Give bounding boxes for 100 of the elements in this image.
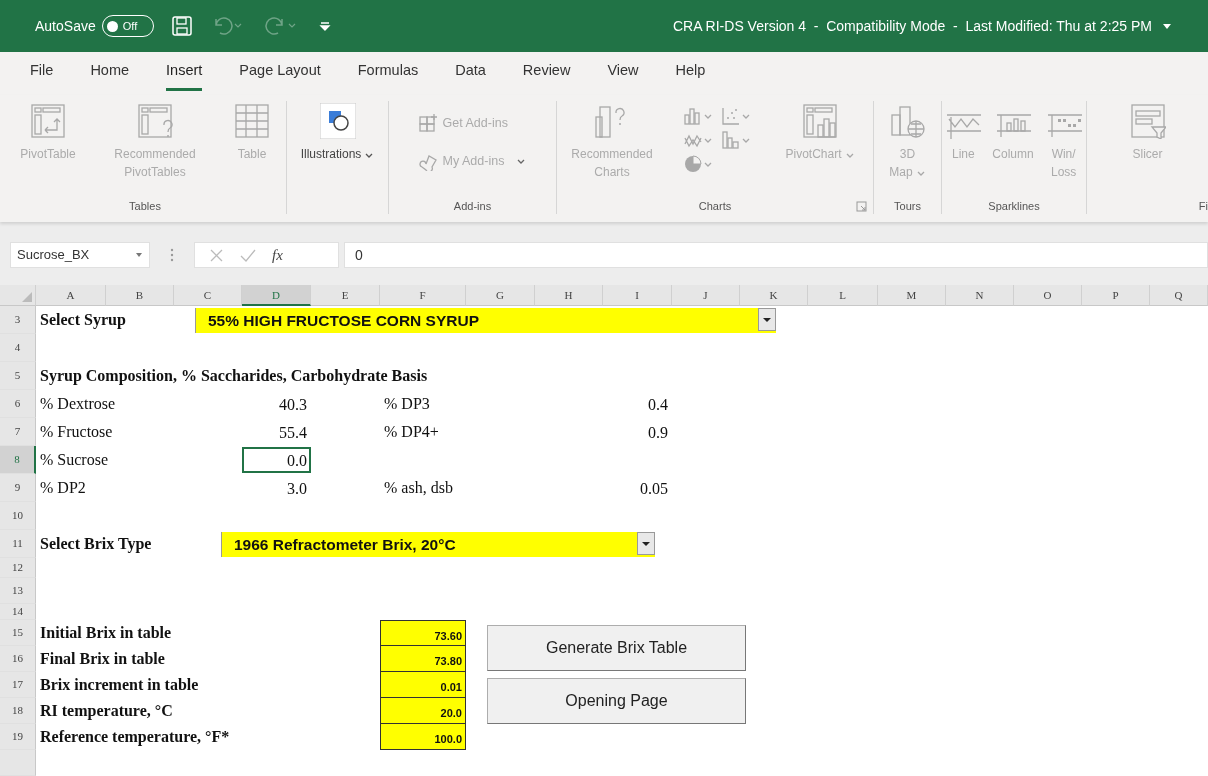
select-all-button[interactable]: [22, 292, 32, 302]
label-text: Select Syrup: [40, 310, 126, 331]
row-header[interactable]: 12: [0, 558, 36, 578]
column-header[interactable]: F: [380, 285, 466, 306]
ribbon-tab[interactable]: Formulas: [357, 56, 419, 91]
column-header[interactable]: E: [311, 285, 380, 306]
ribbon-tab[interactable]: View: [607, 56, 639, 91]
select-dropdown[interactable]: 1966 Refractometer Brix, 20°C: [221, 532, 655, 557]
label-text: Brix increment in table: [40, 675, 199, 695]
group-label: Sparklines: [988, 198, 1040, 214]
caret-icon: [741, 112, 751, 120]
pivot-table-question-icon: [137, 103, 173, 139]
label-text: % DP2: [40, 478, 86, 498]
caret-icon: [741, 136, 751, 144]
column-header[interactable]: C: [174, 285, 242, 306]
select-dropdown[interactable]: 55% HIGH FRUCTOSE CORN SYRUP: [195, 308, 776, 333]
ribbon-button[interactable]: Illustrations: [297, 101, 378, 165]
label-text: Select Brix Type: [40, 534, 152, 555]
row-header[interactable]: 10: [0, 502, 36, 530]
more-icon[interactable]: [170, 247, 174, 263]
input-cell[interactable]: 73.60: [380, 620, 466, 646]
column-header[interactable]: A: [36, 285, 106, 306]
column-header[interactable]: N: [946, 285, 1014, 306]
ribbon-tab[interactable]: File: [30, 56, 54, 91]
row-header[interactable]: 19: [0, 724, 36, 750]
column-header[interactable]: J: [672, 285, 740, 306]
column-header[interactable]: H: [535, 285, 603, 306]
save-icon[interactable]: [169, 14, 194, 38]
row-header[interactable]: 5: [0, 362, 36, 390]
row-header[interactable]: 13: [0, 578, 36, 604]
input-cell[interactable]: 73.80: [380, 646, 466, 672]
ribbon-tab[interactable]: Insert: [166, 56, 203, 91]
row-header[interactable]: 8: [0, 446, 36, 474]
column-header[interactable]: L: [808, 285, 878, 306]
input-cell[interactable]: 0.01: [380, 672, 466, 698]
row-header[interactable]: 14: [0, 604, 36, 620]
value-cell[interactable]: 55.4: [242, 419, 311, 445]
value-cell[interactable]: 0.9: [603, 419, 672, 445]
buildings-globe-icon: [889, 103, 926, 139]
column-header[interactable]: G: [466, 285, 535, 306]
row-header[interactable]: 6: [0, 390, 36, 418]
label-text: % Dextrose: [40, 394, 116, 414]
sheet-button[interactable]: Generate Brix Table: [487, 625, 746, 671]
enter-icon[interactable]: [240, 247, 256, 263]
value-cell[interactable]: 0.0: [242, 447, 311, 473]
value-cell[interactable]: 0.4: [603, 391, 672, 417]
ribbon-tab[interactable]: Help: [675, 56, 706, 91]
label-text: % Sucrose: [40, 450, 108, 470]
formula-field[interactable]: 0: [344, 242, 1208, 268]
row-header[interactable]: 4: [0, 334, 36, 362]
input-cell[interactable]: 100.0: [380, 724, 466, 750]
ribbon-tab[interactable]: Page Layout: [239, 56, 321, 91]
group-label: Charts: [698, 198, 732, 214]
row-header[interactable]: 15: [0, 620, 36, 646]
row-header[interactable]: 3: [0, 306, 36, 334]
column-header[interactable]: Q: [1150, 285, 1208, 306]
caret-icon: [703, 112, 713, 120]
cancel-icon[interactable]: [209, 247, 224, 263]
label-text: RI temperature, °C: [40, 701, 173, 722]
row-header[interactable]: [0, 750, 36, 776]
row-header[interactable]: 7: [0, 418, 36, 446]
row-header[interactable]: 17: [0, 672, 36, 698]
dialog-launcher-icon[interactable]: [856, 201, 867, 212]
group-label: Add-ins: [453, 198, 492, 214]
insert-function-button[interactable]: fx: [272, 243, 283, 267]
ribbon-tab[interactable]: Home: [90, 56, 130, 91]
ribbon-tab[interactable]: Data: [455, 56, 486, 91]
autosave-label: AutoSave: [35, 16, 96, 36]
label-text: Initial Brix in table: [40, 623, 172, 643]
sheet-button[interactable]: Opening Page: [487, 678, 746, 724]
row-header[interactable]: 11: [0, 530, 36, 558]
column-header[interactable]: I: [603, 285, 672, 306]
column-header[interactable]: B: [106, 285, 174, 306]
table-icon: [234, 103, 270, 139]
value-cell[interactable]: 40.3: [242, 391, 311, 417]
input-cell[interactable]: 20.0: [380, 698, 466, 724]
value-cell[interactable]: 0.05: [603, 475, 672, 501]
label-text: Syrup Composition, % Saccharides, Carbohydrate Basis: [40, 366, 428, 387]
value-cell[interactable]: 3.0: [242, 475, 311, 501]
caret-icon[interactable]: [1162, 22, 1172, 30]
caret-icon: [135, 251, 143, 259]
group-label: Tours: [894, 198, 921, 214]
label-text: Reference temperature, °F*: [40, 727, 230, 748]
hierarchy-chart-icon: [721, 130, 741, 150]
row-header[interactable]: 18: [0, 698, 36, 724]
row-header[interactable]: 16: [0, 646, 36, 672]
row-header[interactable]: 9: [0, 474, 36, 502]
label-text: Final Brix in table: [40, 649, 165, 669]
column-header[interactable]: D: [242, 285, 311, 306]
slicer-icon: [1129, 103, 1166, 139]
name-box[interactable]: Sucrose_BX: [10, 242, 150, 268]
ribbon-tab[interactable]: Review: [522, 56, 571, 91]
column-header[interactable]: K: [740, 285, 808, 306]
column-header[interactable]: O: [1014, 285, 1082, 306]
label-text: % DP3: [384, 394, 430, 414]
column-header[interactable]: M: [878, 285, 946, 306]
window-title: CRA RI-DS Version 4 - Compatibility Mode - Last Modified: Thu at 2:25 PM: [672, 16, 1152, 36]
scatter-chart-icon: [721, 106, 741, 126]
column-header[interactable]: P: [1082, 285, 1150, 306]
label-text: % ash, dsb: [384, 478, 453, 498]
